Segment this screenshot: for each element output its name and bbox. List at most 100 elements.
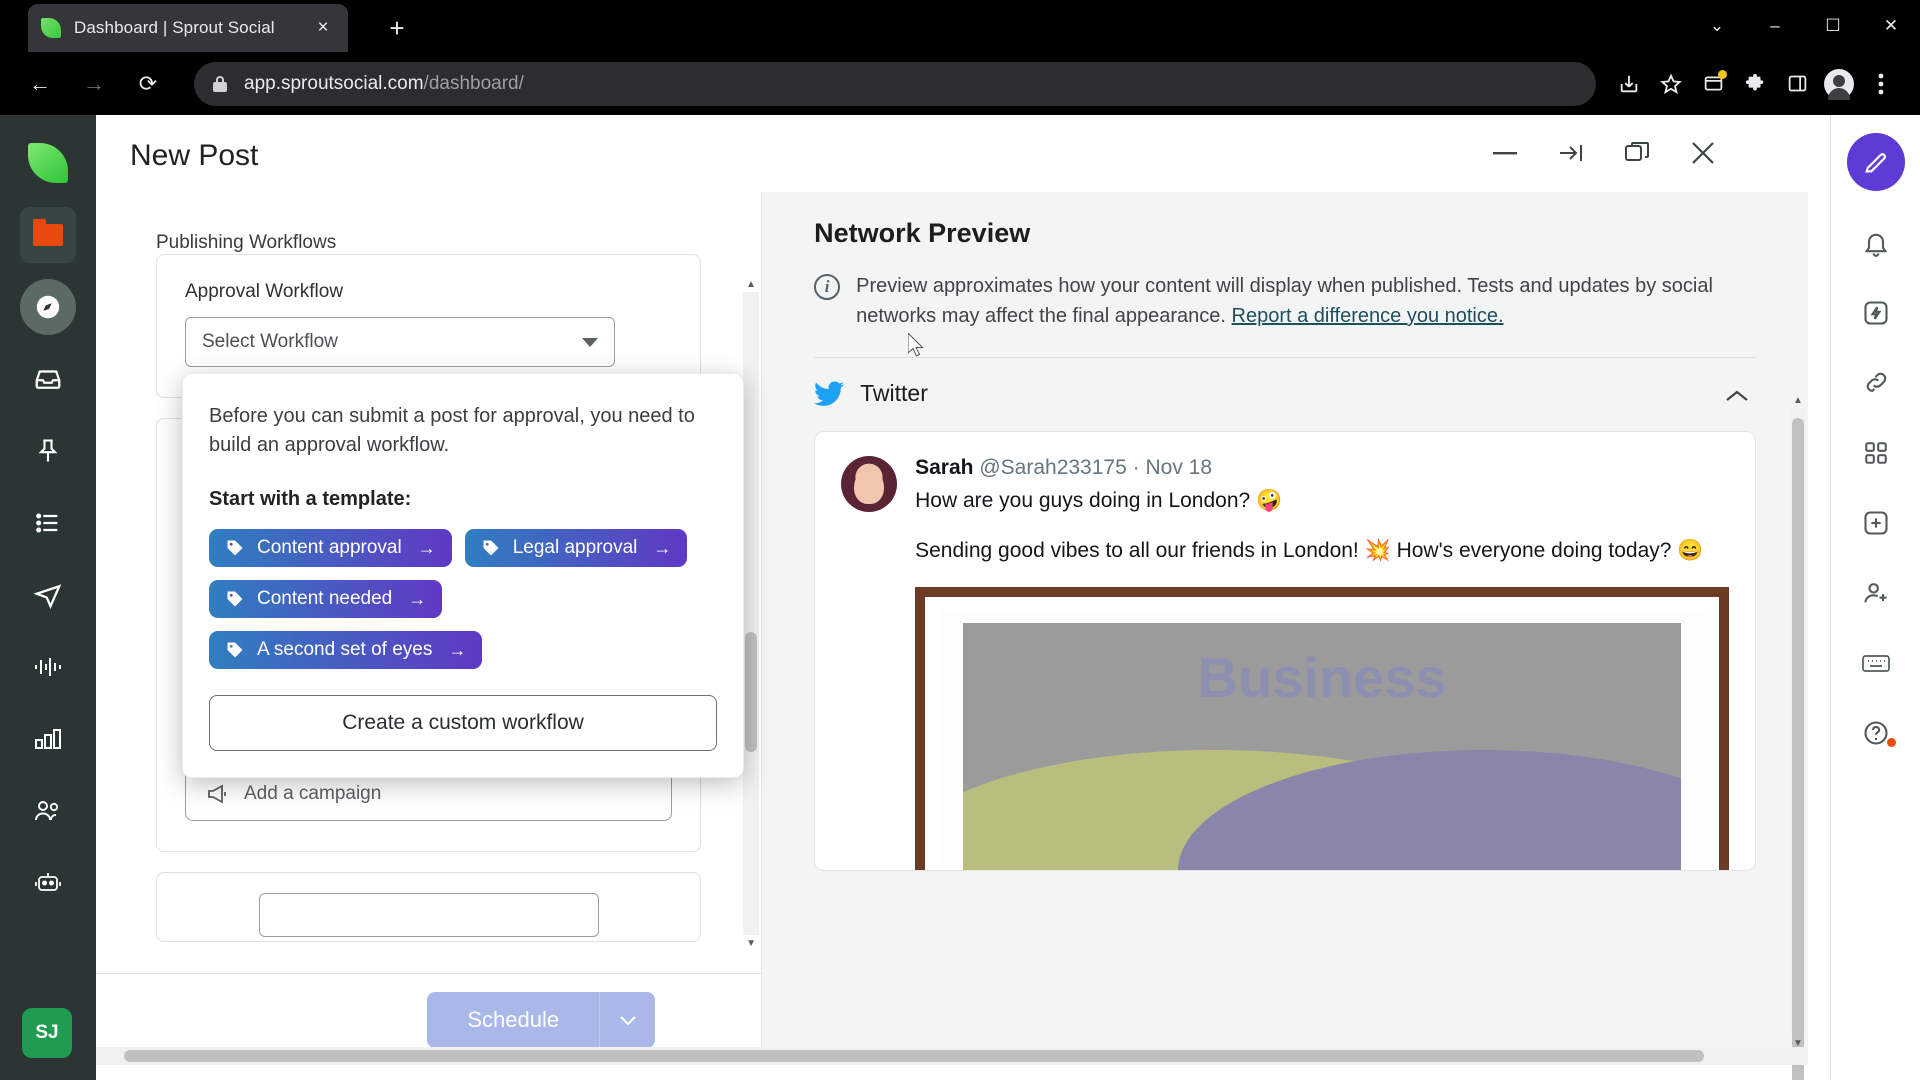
link-button[interactable]: [1850, 357, 1902, 409]
horizontal-scrollbar[interactable]: [96, 1047, 1808, 1065]
close-tab-icon[interactable]: ×: [310, 15, 336, 41]
sidebar-item-logo[interactable]: [20, 135, 76, 191]
help-notification-dot: [1886, 738, 1896, 747]
url-text: app.sproutsocial.com/dashboard/: [244, 73, 524, 95]
select-workflow-dropdown[interactable]: Select Workflow: [185, 317, 615, 367]
workflow-template-legal-approval[interactable]: Legal approval →: [464, 529, 688, 567]
scroll-down-arrow-icon[interactable]: ▼: [743, 935, 759, 951]
template-label: Content approval: [257, 537, 402, 558]
help-button[interactable]: [1850, 707, 1902, 759]
notifications-button[interactable]: [1850, 217, 1902, 269]
notification-badge: [1718, 69, 1727, 79]
workflow-template-content-approval[interactable]: Content approval →: [209, 529, 452, 567]
extensions-puzzle-icon[interactable]: [1734, 63, 1776, 105]
tweet-timestamp: Nov 18: [1145, 456, 1213, 479]
browser-menu-icon[interactable]: [1860, 63, 1902, 105]
mouse-cursor: [907, 331, 926, 359]
browser-chrome: Dashboard | Sprout Social × + ⌄ – ☐ ✕ ← …: [0, 0, 1920, 115]
workflow-template-list: Content approval → Legal approval → Cont…: [209, 529, 717, 669]
omnibox-bar: ← → ⟳ app.sproutsocial.com/dashboard/: [0, 52, 1920, 115]
keyboard-shortcuts-button[interactable]: [1850, 637, 1902, 689]
browser-tab[interactable]: Dashboard | Sprout Social ×: [28, 4, 348, 52]
sidebar-item-compass[interactable]: [20, 279, 76, 335]
forward-button[interactable]: →: [72, 62, 116, 106]
sidebar-item-pin[interactable]: [20, 423, 76, 479]
create-custom-workflow-button[interactable]: Create a custom workflow: [209, 695, 717, 751]
paper-plane-icon: [33, 584, 62, 610]
tweet-body: Sarah @Sarah233175 · Nov 18 How are you …: [915, 456, 1729, 870]
apps-button[interactable]: [1850, 427, 1902, 479]
tag-icon: [227, 591, 243, 607]
help-question-icon: [1863, 721, 1888, 745]
next-section-input[interactable]: [258, 893, 599, 938]
schedule-button[interactable]: Schedule: [427, 991, 600, 1048]
workflow-template-content-needed[interactable]: Content needed →: [209, 580, 443, 618]
expand-modal-button[interactable]: [1618, 134, 1656, 172]
window-close-icon[interactable]: ✕: [1862, 0, 1920, 52]
address-bar[interactable]: app.sproutsocial.com/dashboard/: [194, 61, 1596, 106]
next-section-card: [156, 872, 702, 943]
sidebar-item-people[interactable]: [20, 783, 76, 839]
extension-update-icon[interactable]: [1692, 63, 1734, 105]
workflow-template-second-set-of-eyes[interactable]: A second set of eyes →: [209, 631, 483, 669]
network-preview-note: i Preview approximates how your content …: [814, 271, 1756, 331]
tweet-header: Sarah @Sarah233175 · Nov 18 How are you …: [841, 456, 1729, 870]
info-icon: i: [814, 274, 841, 300]
share-icon[interactable]: [1608, 63, 1650, 105]
schedule-options-caret-icon[interactable]: [599, 991, 656, 1048]
publishing-workflows-label: Publishing Workflows: [156, 232, 337, 253]
lightning-icon: [1863, 301, 1888, 325]
reload-button[interactable]: ⟳: [126, 62, 170, 106]
preview-scrollbar[interactable]: ▲ ▼: [1790, 395, 1806, 1080]
tag-icon: [227, 642, 243, 658]
sidebar-item-listening[interactable]: [20, 639, 76, 695]
template-label: Legal approval: [512, 537, 638, 558]
user-avatar[interactable]: SJ: [22, 1008, 72, 1058]
compose-scrollbar[interactable]: ▲ ▼: [743, 279, 760, 949]
horizontal-scroll-thumb[interactable]: [124, 1050, 1704, 1062]
tweet-media-image[interactable]: Business: [915, 586, 1729, 870]
sidebar-item-folder[interactable]: [20, 207, 76, 263]
automation-button[interactable]: [1850, 287, 1902, 339]
tweet-text-line1: How are you guys doing in London? 🤪: [915, 489, 1283, 512]
compass-icon: [36, 295, 60, 319]
sidebar-item-publishing[interactable]: [20, 567, 76, 623]
preview-scroll-thumb[interactable]: [1792, 418, 1804, 1080]
bookmark-star-icon[interactable]: [1650, 63, 1692, 105]
pin-icon: [38, 439, 58, 462]
window-minimize-icon[interactable]: –: [1746, 0, 1804, 52]
add-person-icon: [1863, 583, 1886, 603]
page-title: New Post: [130, 139, 259, 172]
sidebar-item-inbox[interactable]: [20, 351, 76, 407]
back-button[interactable]: ←: [18, 62, 62, 106]
window-maximize-icon[interactable]: ☐: [1804, 0, 1862, 52]
omnibox-actions: [1608, 63, 1902, 105]
compose-pencil-icon: [1864, 153, 1886, 173]
keyboard-icon: [1861, 655, 1890, 672]
minimize-modal-button[interactable]: [1486, 134, 1524, 172]
report-difference-link[interactable]: Report a difference you notice.: [1232, 305, 1504, 327]
close-modal-button[interactable]: [1684, 134, 1722, 172]
side-panel-icon[interactable]: [1776, 63, 1818, 105]
preview-scroll-up-arrow-icon[interactable]: ▲: [1790, 392, 1806, 408]
window-chevron-icon[interactable]: ⌄: [1688, 0, 1746, 52]
compose-scroll-thumb[interactable]: [745, 632, 758, 752]
sidebar-item-bot[interactable]: [20, 855, 76, 911]
invite-user-button[interactable]: [1850, 567, 1902, 619]
compose-button[interactable]: [1846, 133, 1905, 191]
sidebar-item-reports[interactable]: [20, 711, 76, 767]
new-tab-button[interactable]: +: [380, 12, 414, 46]
arrow-right-icon: →: [408, 588, 427, 609]
sidebar-item-list[interactable]: [20, 495, 76, 551]
tag-icon: [483, 540, 499, 556]
collapse-network-icon[interactable]: [1724, 384, 1750, 410]
profile-avatar-icon[interactable]: [1818, 63, 1860, 105]
collapse-modal-button[interactable]: [1552, 134, 1590, 172]
add-button[interactable]: [1850, 497, 1902, 549]
chevron-down-icon: [582, 337, 598, 347]
schedule-button-group: Schedule: [427, 991, 656, 1048]
scroll-up-arrow-icon[interactable]: ▲: [743, 276, 759, 292]
add-plus-icon: [1863, 511, 1888, 535]
workflow-popover-intro: Before you can submit a post for approva…: [209, 405, 695, 456]
network-header-twitter: Twitter: [814, 380, 1756, 407]
